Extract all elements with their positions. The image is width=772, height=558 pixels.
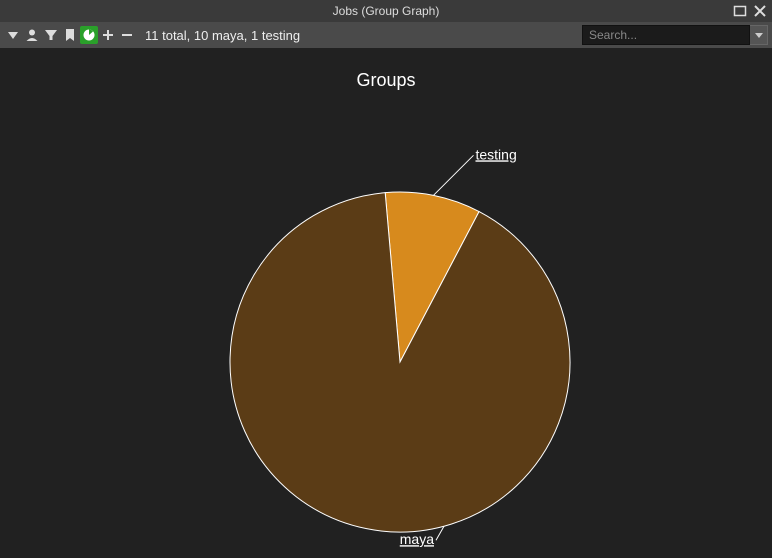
plus-icon[interactable] <box>99 26 117 44</box>
leader-line-testing <box>433 155 473 195</box>
window-title: Jobs (Group Graph) <box>0 4 772 18</box>
pie-chart: testing maya <box>0 48 772 558</box>
user-icon[interactable] <box>23 26 41 44</box>
dropdown-icon[interactable] <box>4 26 22 44</box>
window-buttons <box>732 3 768 19</box>
search-dropdown-button[interactable] <box>750 25 768 45</box>
search-input[interactable] <box>582 25 750 45</box>
minus-icon[interactable] <box>118 26 136 44</box>
slice-label-testing: testing <box>475 146 516 162</box>
toolbar: 11 total, 10 maya, 1 testing <box>0 22 772 48</box>
chart-area: Groups testingmaya <box>0 48 772 558</box>
slice-label-maya: maya <box>400 531 434 547</box>
filter-icon[interactable] <box>42 26 60 44</box>
close-button[interactable] <box>752 3 768 19</box>
job-count-status: 11 total, 10 maya, 1 testing <box>145 28 300 43</box>
graph-icon[interactable] <box>80 26 98 44</box>
search-wrap <box>582 25 768 45</box>
maximize-button[interactable] <box>732 3 748 19</box>
bookmark-icon[interactable] <box>61 26 79 44</box>
title-bar: Jobs (Group Graph) <box>0 0 772 22</box>
